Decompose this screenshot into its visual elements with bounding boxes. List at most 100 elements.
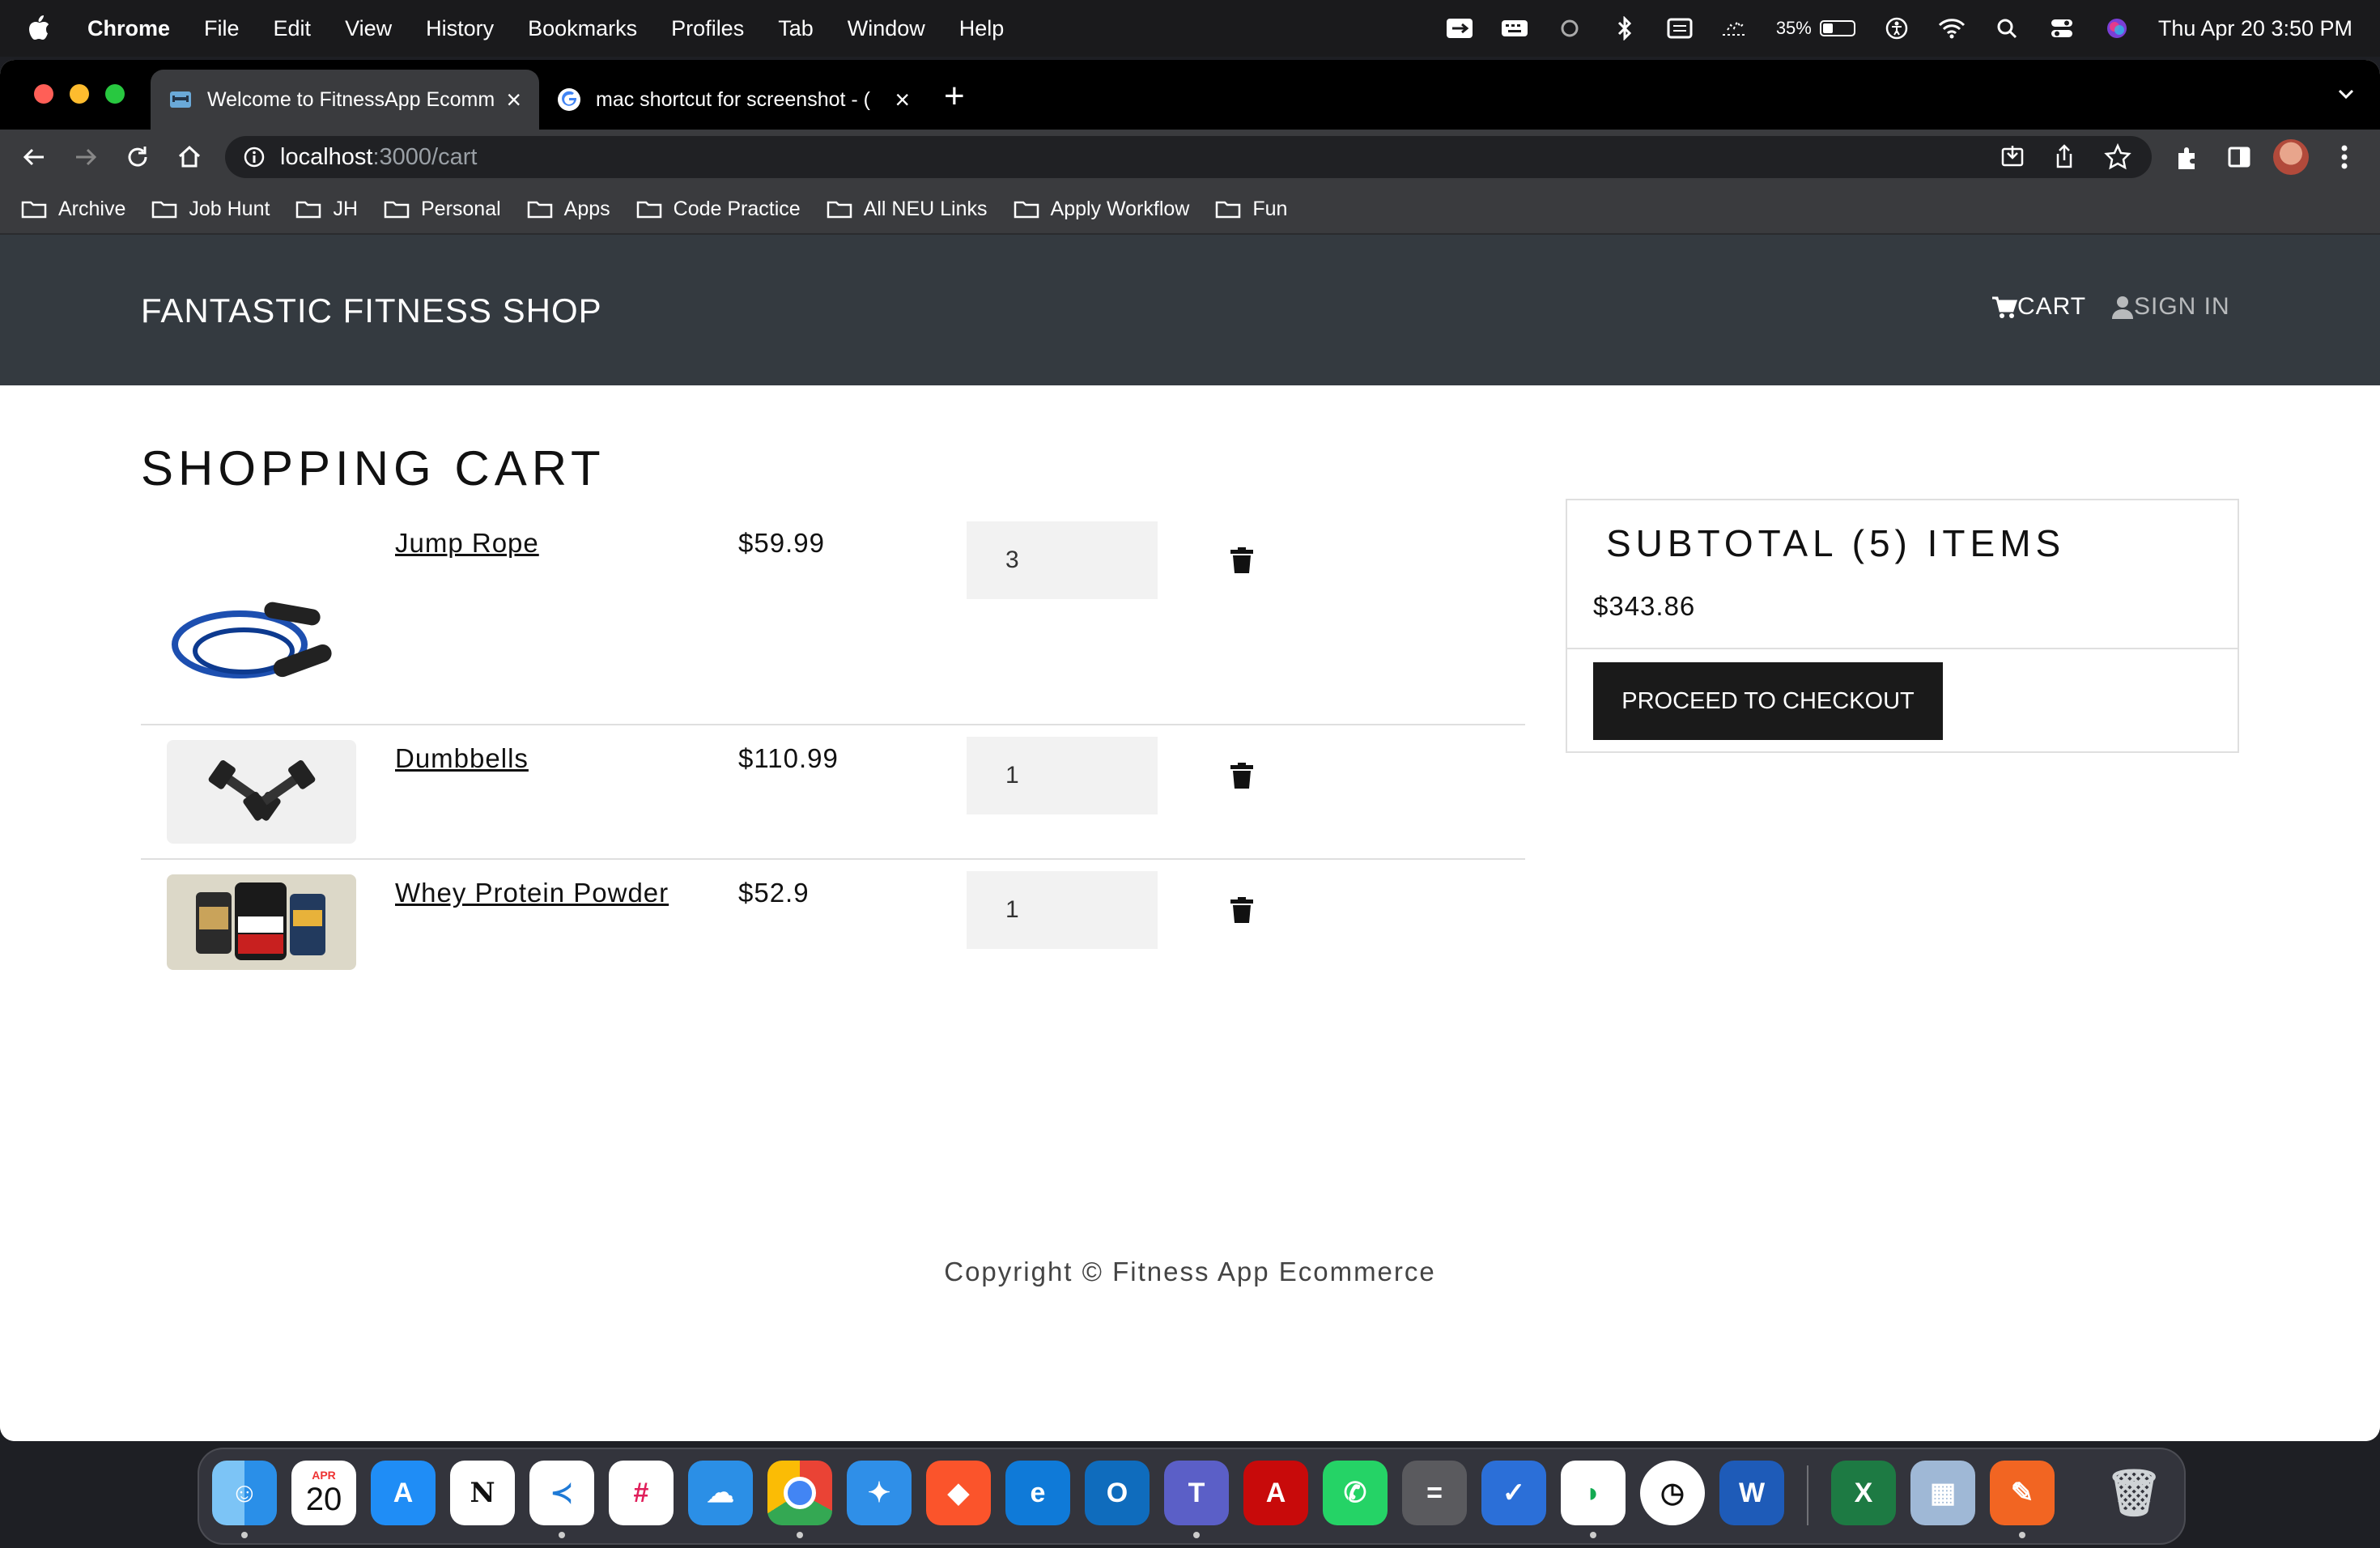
bookmark-folder[interactable]: All NEU Links [827,198,988,221]
zoom-window-button[interactable] [105,84,125,104]
bluetooth-icon[interactable] [1611,16,1638,40]
side-panel-icon[interactable] [2221,139,2257,175]
menu-view[interactable]: View [345,16,392,41]
spotlight-search-icon[interactable] [1993,17,2021,40]
chrome-icon[interactable] [767,1461,832,1525]
nav-signin-link[interactable]: SIGN IN [2111,293,2230,321]
product-name-link[interactable]: Whey Protein Powder [395,878,669,908]
menu-profiles[interactable]: Profiles [671,16,744,41]
todo-icon[interactable]: ✓ [1481,1461,1546,1525]
screen-share-icon[interactable] [1446,17,1473,40]
preview-icon[interactable]: ▦ [1910,1461,1975,1525]
delete-trash-icon[interactable] [1230,763,1253,789]
menu-bookmarks[interactable]: Bookmarks [528,16,637,41]
network-activity-icon[interactable] [1721,17,1749,40]
menu-window[interactable]: Window [848,16,925,41]
menu-history[interactable]: History [426,16,494,41]
tab-google-search[interactable]: mac shortcut for screenshot - ( × [539,70,928,130]
product-image-whey-protein [167,874,356,970]
activity-icon[interactable] [1556,17,1583,40]
notion-icon[interactable]: N [450,1461,515,1525]
acrobat-icon[interactable]: A [1243,1461,1308,1525]
subtotal-heading: SUBTOTAL (5) ITEMS [1606,522,2066,564]
product-name-link[interactable]: Dumbbells [395,743,529,774]
close-tab-icon[interactable]: × [506,85,521,115]
site-brand-link[interactable]: FANTASTIC FITNESS SHOP [141,291,602,330]
safari-icon[interactable]: ✦ [847,1461,912,1525]
clock-icon[interactable]: ◷ [1640,1461,1705,1525]
word-icon[interactable]: W [1719,1461,1784,1525]
menu-help[interactable]: Help [959,16,1005,41]
back-arrow-icon[interactable] [18,141,50,173]
menu-edit[interactable]: Edit [274,16,312,41]
nav-cart-link[interactable]: CART [1991,293,2086,321]
trash-icon[interactable]: 🗑 [2102,1461,2166,1525]
pages-pen-icon[interactable]: ✎ [1990,1461,2055,1525]
quantity-select[interactable]: 1 [967,737,1158,814]
wifi-icon[interactable] [1938,17,1966,40]
site-info-icon[interactable] [243,146,266,168]
reload-icon[interactable] [121,141,154,173]
tab-search-chevron-icon[interactable] [2335,83,2357,109]
teams-icon[interactable]: T [1164,1461,1229,1525]
menu-tab[interactable]: Tab [778,16,814,41]
home-icon[interactable] [173,141,206,173]
bookmark-star-icon[interactable] [2100,139,2136,181]
share-icon[interactable] [2046,139,2082,181]
profile-avatar[interactable] [2273,139,2309,175]
user-icon [2112,296,2133,319]
delete-trash-icon[interactable] [1230,547,1253,573]
close-window-button[interactable] [34,84,53,104]
menubar-app-name[interactable]: Chrome [87,16,170,41]
outlook-icon[interactable]: O [1085,1461,1150,1525]
brave-icon[interactable]: ◆ [926,1461,991,1525]
bookmark-folder[interactable]: Archive [21,198,125,221]
install-app-icon[interactable] [1995,139,2030,181]
bookmark-folder[interactable]: Apply Workflow [1014,198,1189,221]
app-store-icon[interactable]: A [371,1461,436,1525]
icloud-icon[interactable]: ☁ [688,1461,753,1525]
bookmark-folder[interactable]: Personal [384,198,501,221]
bookmark-folder[interactable]: Code Practice [636,198,801,221]
browser-menu-icon[interactable] [2327,139,2362,175]
menu-file[interactable]: File [204,16,240,41]
new-tab-icon[interactable]: + [944,76,965,117]
siri-icon[interactable] [2103,17,2131,40]
finder-icon[interactable]: ☺ [212,1461,277,1525]
control-center-icon[interactable] [2048,17,2076,40]
menubar-clock[interactable]: Thu Apr 20 3:50 PM [2158,16,2352,41]
minimize-window-button[interactable] [70,84,89,104]
bookmark-folder[interactable]: Job Hunt [151,198,270,221]
delete-trash-icon[interactable] [1230,897,1253,923]
product-image-dumbbells [167,740,356,844]
mongodb-icon[interactable]: ◗ [1561,1461,1626,1525]
close-tab-icon[interactable]: × [895,85,910,115]
edge-icon[interactable]: e [1005,1461,1070,1525]
keyboard-icon[interactable] [1501,17,1528,40]
running-indicator [1193,1532,1200,1538]
tab-fitness-app[interactable]: Welcome to FitnessApp Ecomm × [151,70,539,130]
excel-icon[interactable]: X [1831,1461,1896,1525]
quantity-select[interactable]: 1 [967,871,1158,949]
proceed-to-checkout-button[interactable]: PROCEED TO CHECKOUT [1593,662,1943,740]
battery-status[interactable]: 35% [1776,18,1855,39]
calendar-icon[interactable]: APR 20 [291,1461,356,1525]
quantity-select[interactable]: 3 [967,521,1158,599]
slack-icon[interactable]: # [609,1461,674,1525]
display-icon[interactable] [1666,17,1694,40]
bookmark-folder[interactable]: Apps [527,198,610,221]
accessibility-icon[interactable] [1883,17,1910,40]
product-name-link[interactable]: Jump Rope [395,528,539,559]
calculator-icon[interactable]: = [1402,1461,1467,1525]
bookmark-folder[interactable]: Fun [1215,198,1287,221]
calendar-month: APR [312,1468,336,1482]
address-bar[interactable]: localhost:3000/cart [225,136,2152,178]
extensions-icon[interactable] [2170,139,2205,175]
forward-arrow-icon[interactable] [70,141,102,173]
folder-icon [152,201,177,219]
battery-level-fill [1822,23,1834,33]
bookmark-folder[interactable]: JH [295,198,358,221]
apple-logo-icon[interactable] [28,15,52,42]
whatsapp-icon[interactable]: ✆ [1323,1461,1388,1525]
vscode-icon[interactable]: ≺ [529,1461,594,1525]
